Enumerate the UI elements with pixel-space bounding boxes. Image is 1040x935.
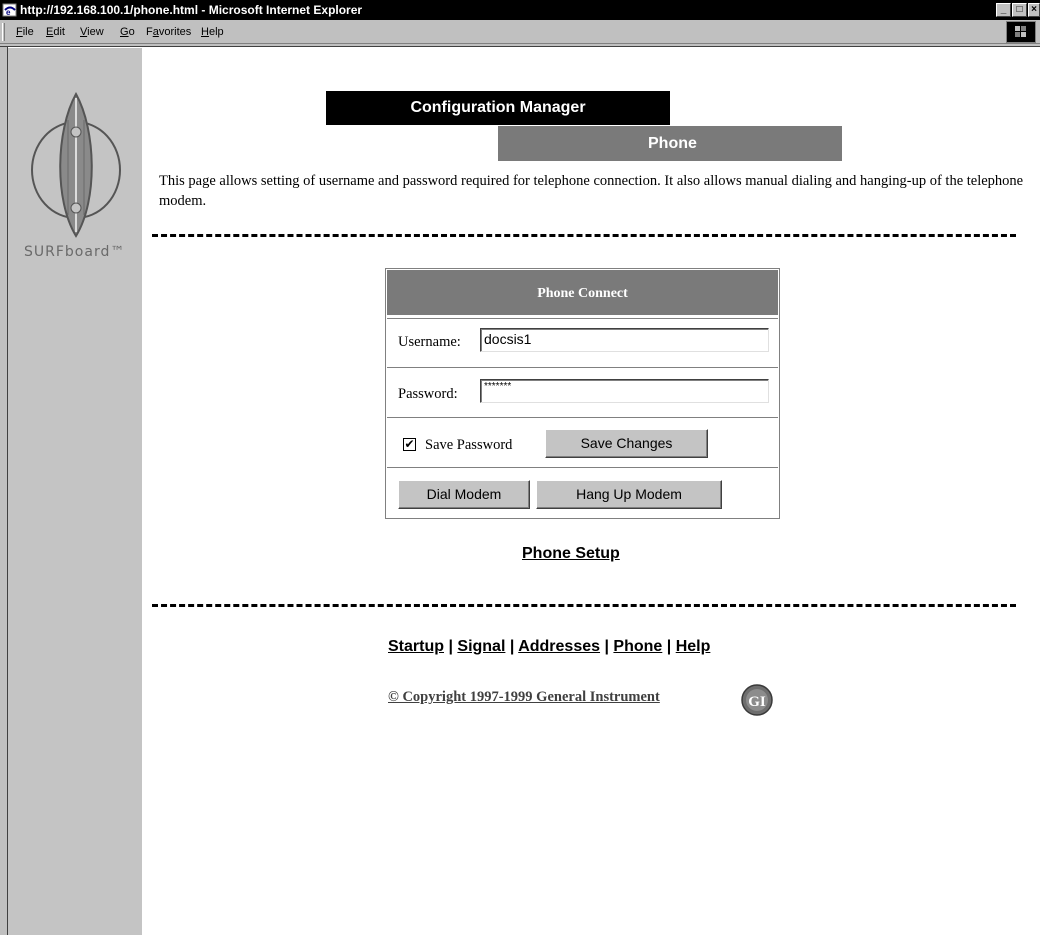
menu-help[interactable]: Help xyxy=(201,26,224,38)
divider-top xyxy=(152,234,1016,237)
viewport-frame-left xyxy=(0,47,8,935)
divider-bottom xyxy=(152,604,1016,607)
menu-edit[interactable]: Edit xyxy=(46,26,65,38)
page-title: Phone xyxy=(498,126,842,161)
title-bar: e http://192.168.100.1/phone.html - Micr… xyxy=(0,0,1040,20)
ie-page-icon: e xyxy=(2,3,17,17)
password-label: Password: xyxy=(398,386,458,402)
viewport-frame-top xyxy=(0,44,1040,47)
maximize-button[interactable]: □ xyxy=(1012,3,1027,17)
menu-go[interactable]: Go xyxy=(120,26,135,38)
copyright-link[interactable]: © Copyright 1997-1999 General Instrument xyxy=(388,689,660,706)
username-row: Username: docsis1 xyxy=(387,318,778,367)
nav-signal-link[interactable]: Signal xyxy=(457,638,505,655)
modem-actions-row: Dial Modem Hang Up Modem xyxy=(387,467,778,519)
footer-nav: Startup | Signal | Addresses | Phone | H… xyxy=(388,638,710,656)
save-row: ✔ Save Password Save Changes xyxy=(387,417,778,467)
username-input[interactable]: docsis1 xyxy=(480,328,769,352)
windows-logo-throbber xyxy=(1006,21,1036,43)
close-button[interactable]: × xyxy=(1028,3,1040,17)
nav-separator: | xyxy=(509,638,515,655)
nav-separator: | xyxy=(666,638,672,655)
nav-help-link[interactable]: Help xyxy=(676,638,711,655)
nav-separator: | xyxy=(604,638,609,655)
gi-logo-icon[interactable]: GI xyxy=(741,684,773,716)
menu-view[interactable]: View xyxy=(80,26,104,38)
phone-connect-form: Phone Connect Username: docsis1 Password… xyxy=(385,268,780,519)
nav-separator: | xyxy=(448,638,453,655)
intro-text: This page allows setting of username and… xyxy=(159,173,1024,209)
surfboard-logo-text: SURFboard™ xyxy=(24,244,126,260)
menu-bar: File Edit View Go Favorites Help xyxy=(0,20,1040,44)
surfboard-logo-icon xyxy=(31,91,121,238)
nav-addresses-link[interactable]: Addresses xyxy=(518,638,600,655)
dial-modem-button[interactable]: Dial Modem xyxy=(398,480,530,509)
password-input[interactable]: ******* xyxy=(480,379,769,403)
hang-up-modem-button[interactable]: Hang Up Modem xyxy=(536,480,722,509)
save-password-checkbox[interactable]: ✔ xyxy=(403,438,416,451)
windows-flag-icon xyxy=(1015,26,1026,37)
config-manager-banner: Configuration Manager xyxy=(326,91,670,125)
menu-grip xyxy=(2,23,5,41)
menu-favorites[interactable]: Favorites xyxy=(146,26,191,38)
nav-phone-link[interactable]: Phone xyxy=(613,638,662,655)
gi-logo-text: GI xyxy=(748,694,766,710)
nav-startup-link[interactable]: Startup xyxy=(388,638,444,655)
password-row: Password: ******* xyxy=(387,367,778,417)
save-changes-button[interactable]: Save Changes xyxy=(545,429,708,458)
menu-file[interactable]: File xyxy=(16,26,34,38)
phone-setup-link[interactable]: Phone Setup xyxy=(522,545,620,563)
form-title: Phone Connect xyxy=(387,270,778,315)
minimize-button[interactable]: _ xyxy=(996,3,1011,17)
username-label: Username: xyxy=(398,334,461,350)
svg-text:e: e xyxy=(6,8,11,17)
save-password-label: Save Password xyxy=(425,437,513,453)
sidebar: SURFboard™ xyxy=(8,48,142,935)
window-title: http://192.168.100.1/phone.html - Micros… xyxy=(20,3,363,17)
